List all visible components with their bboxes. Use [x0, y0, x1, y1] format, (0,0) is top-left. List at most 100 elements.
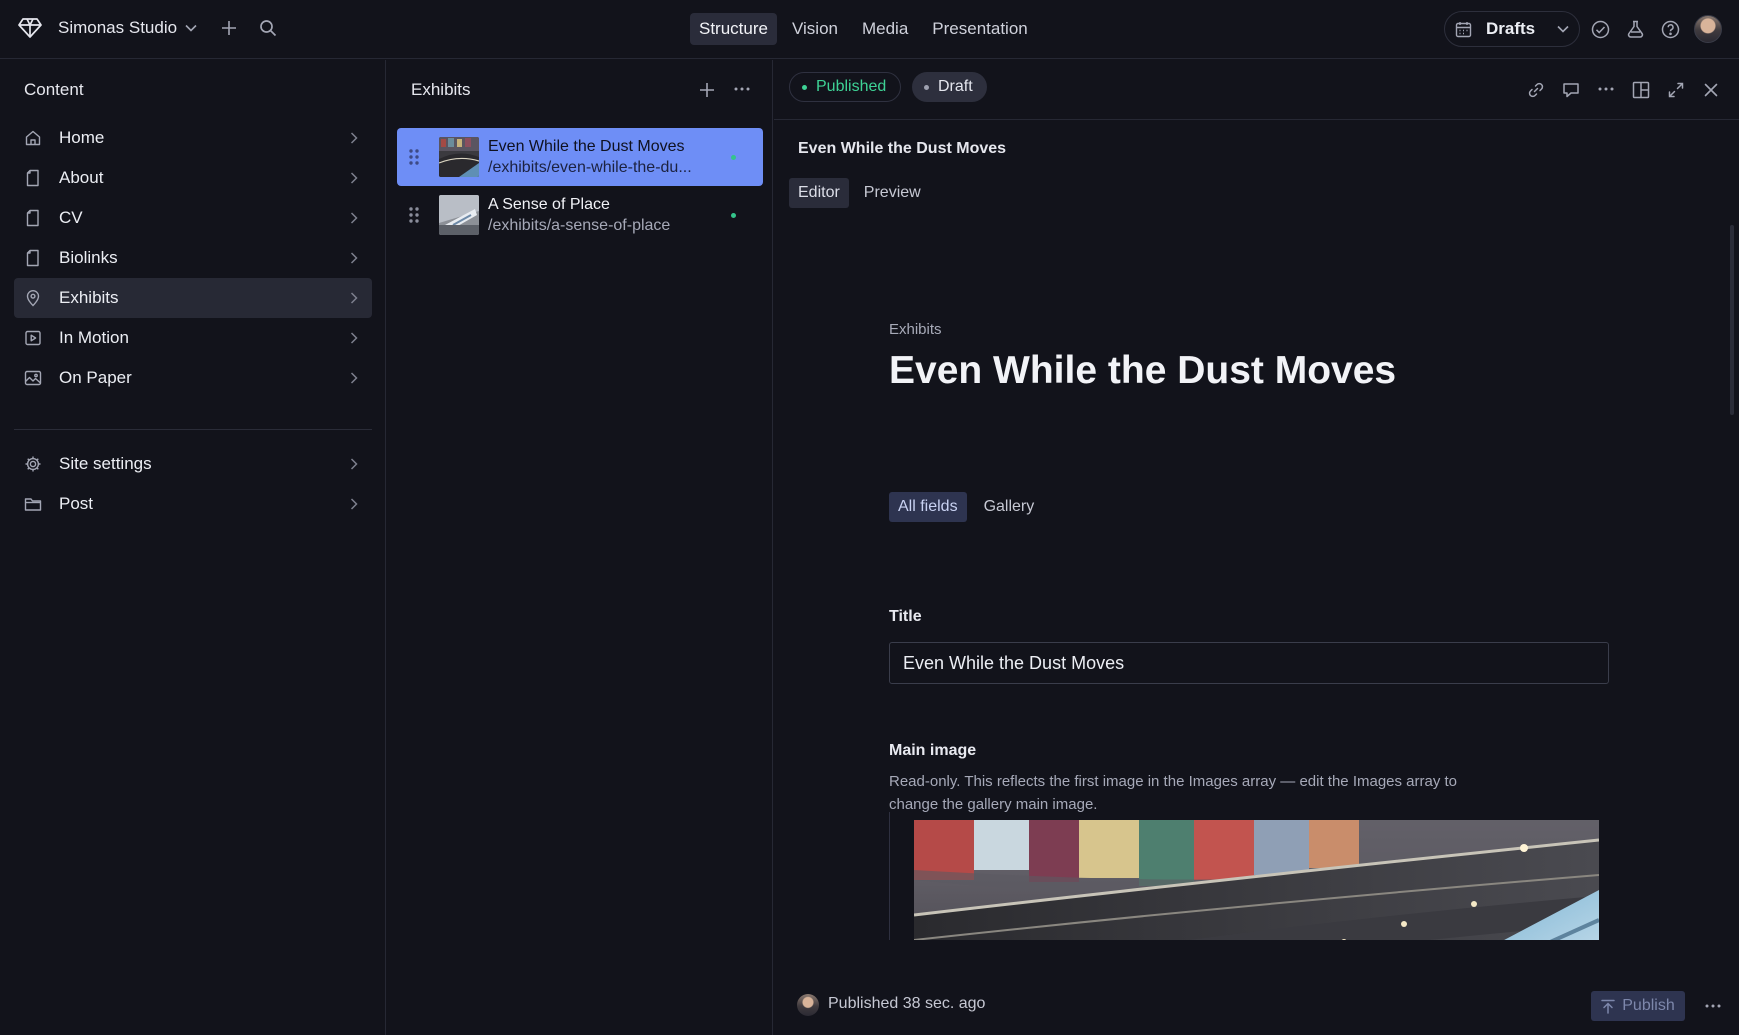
- check-circle-icon[interactable]: [1591, 20, 1610, 39]
- scrollbar[interactable]: [1730, 225, 1734, 415]
- logo-diamond-icon[interactable]: [18, 17, 42, 39]
- sidebar-item-home[interactable]: Home: [14, 118, 372, 158]
- chevron-right-icon: [350, 172, 358, 184]
- help-icon[interactable]: [1661, 20, 1680, 39]
- document-header: Published Draft: [774, 60, 1739, 120]
- tab-media[interactable]: Media: [853, 13, 917, 45]
- document-thumbnail: [439, 195, 479, 235]
- list-item-title: Even While the Dust Moves: [488, 138, 685, 155]
- draft-label: Draft: [938, 78, 973, 95]
- page-title: Even While the Dust Moves: [889, 349, 1397, 392]
- chevron-right-icon: [350, 212, 358, 224]
- more-horizontal-icon[interactable]: [1597, 84, 1615, 94]
- sidebar-item-label: Site settings: [59, 454, 152, 473]
- chevron-down-icon: [185, 24, 197, 32]
- sidebar-item-label: Exhibits: [59, 288, 119, 307]
- document-form: Exhibits Even While the Dust Moves All f…: [889, 200, 1649, 940]
- tab-structure[interactable]: Structure: [690, 13, 777, 45]
- chevron-right-icon: [350, 372, 358, 384]
- close-icon[interactable]: [1702, 81, 1720, 99]
- title-field-label: Title: [889, 608, 922, 625]
- home-icon: [25, 130, 41, 146]
- main-image-preview: [914, 820, 1599, 940]
- published-status-dot: [731, 155, 736, 160]
- chevron-right-icon: [350, 498, 358, 510]
- avatar[interactable]: [1694, 15, 1722, 43]
- more-horizontal-icon[interactable]: [1704, 1003, 1722, 1009]
- sidebar-item-site-settings[interactable]: Site settings: [14, 444, 372, 484]
- document-icon: [26, 249, 39, 267]
- sidebar-item-biolinks[interactable]: Biolinks: [14, 238, 372, 278]
- split-pane-icon[interactable]: [1632, 81, 1650, 99]
- link-icon[interactable]: [1527, 81, 1545, 99]
- plus-icon[interactable]: [698, 81, 716, 99]
- sidebar-heading: Content: [24, 80, 84, 99]
- sidebar-item-label: On Paper: [59, 368, 132, 387]
- search-icon[interactable]: [259, 19, 277, 37]
- pin-icon: [26, 290, 40, 307]
- list-item-path: /exhibits/even-while-the-du...: [488, 159, 692, 176]
- list-item[interactable]: A Sense of Place /exhibits/a-sense-of-pl…: [397, 186, 763, 244]
- tab-vision[interactable]: Vision: [783, 13, 847, 45]
- workspace-name: Simonas Studio: [58, 18, 178, 37]
- chevron-right-icon: [350, 332, 358, 344]
- workspace-switcher[interactable]: Simonas Studio: [58, 18, 197, 38]
- plus-icon[interactable]: [219, 18, 239, 38]
- gear-icon: [25, 456, 41, 472]
- document-icon: [26, 169, 39, 187]
- document-list-pane: Exhibits Even While the Dust Moves /exhi…: [387, 60, 773, 1035]
- play-icon: [25, 330, 41, 346]
- publish-button[interactable]: Publish: [1591, 991, 1685, 1021]
- chevron-right-icon: [350, 458, 358, 470]
- sidebar-item-cv[interactable]: CV: [14, 198, 372, 238]
- document-icon: [26, 209, 39, 227]
- sidebar-item-about[interactable]: About: [14, 158, 372, 198]
- document-editor-pane: Published Draft Even While the Dust Move…: [774, 60, 1739, 1035]
- sidebar-divider: [14, 429, 372, 430]
- sidebar-item-label: In Motion: [59, 328, 129, 347]
- list-item-title: A Sense of Place: [488, 196, 610, 213]
- drag-handle-icon[interactable]: [408, 206, 420, 224]
- drag-handle-icon[interactable]: [408, 148, 420, 166]
- chevron-right-icon: [350, 252, 358, 264]
- sidebar-item-in-motion[interactable]: In Motion: [14, 318, 372, 358]
- breadcrumb[interactable]: Exhibits: [889, 321, 942, 338]
- more-horizontal-icon[interactable]: [733, 82, 751, 96]
- list-item[interactable]: Even While the Dust Moves /exhibits/even…: [397, 128, 763, 186]
- main-image-description: Read-only. This reflects the first image…: [889, 773, 1458, 813]
- tab-all-fields[interactable]: All fields: [889, 492, 967, 522]
- chevron-down-icon: [1557, 25, 1569, 33]
- tool-tabs: Structure Vision Media Presentation: [690, 13, 1037, 45]
- sidebar-item-label: Biolinks: [59, 248, 118, 267]
- release-selector[interactable]: Drafts: [1444, 11, 1580, 47]
- sidebar-item-exhibits[interactable]: Exhibits: [14, 278, 372, 318]
- avatar: [797, 994, 819, 1016]
- tab-gallery[interactable]: Gallery: [975, 492, 1044, 522]
- tab-presentation[interactable]: Presentation: [923, 13, 1036, 45]
- sidebar-item-on-paper[interactable]: On Paper: [14, 358, 372, 398]
- document-footer: Published 38 sec. ago Publish: [774, 975, 1739, 1035]
- document-title: Even While the Dust Moves: [798, 140, 1007, 157]
- publish-status: Published 38 sec. ago: [828, 995, 986, 1012]
- top-bar: Simonas Studio Structure Vision Media Pr…: [0, 0, 1739, 59]
- content-sidebar: Content Home About CV Biolinks Exhibits: [0, 60, 386, 1035]
- comment-icon[interactable]: [1562, 81, 1580, 99]
- field-group-tabs: All fields Gallery: [889, 492, 1043, 522]
- tab-editor[interactable]: Editor: [789, 178, 849, 208]
- publish-icon: [1601, 999, 1615, 1014]
- sidebar-item-post[interactable]: Post: [14, 484, 372, 524]
- published-version-pill[interactable]: Published: [789, 72, 902, 102]
- status-dot: [802, 84, 807, 90]
- main-image-label: Main image: [889, 742, 977, 759]
- sidebar-item-label: CV: [59, 208, 83, 227]
- sidebar-item-label: Post: [59, 494, 94, 513]
- published-label: Published: [816, 78, 887, 95]
- expand-icon[interactable]: [1667, 81, 1685, 99]
- chevron-right-icon: [350, 292, 358, 304]
- title-field[interactable]: [889, 642, 1609, 684]
- flask-icon[interactable]: [1626, 20, 1645, 39]
- list-item-path: /exhibits/a-sense-of-place: [488, 217, 671, 234]
- draft-version-pill[interactable]: Draft: [912, 72, 987, 102]
- status-dot: [924, 84, 929, 90]
- field-rail: [889, 812, 890, 940]
